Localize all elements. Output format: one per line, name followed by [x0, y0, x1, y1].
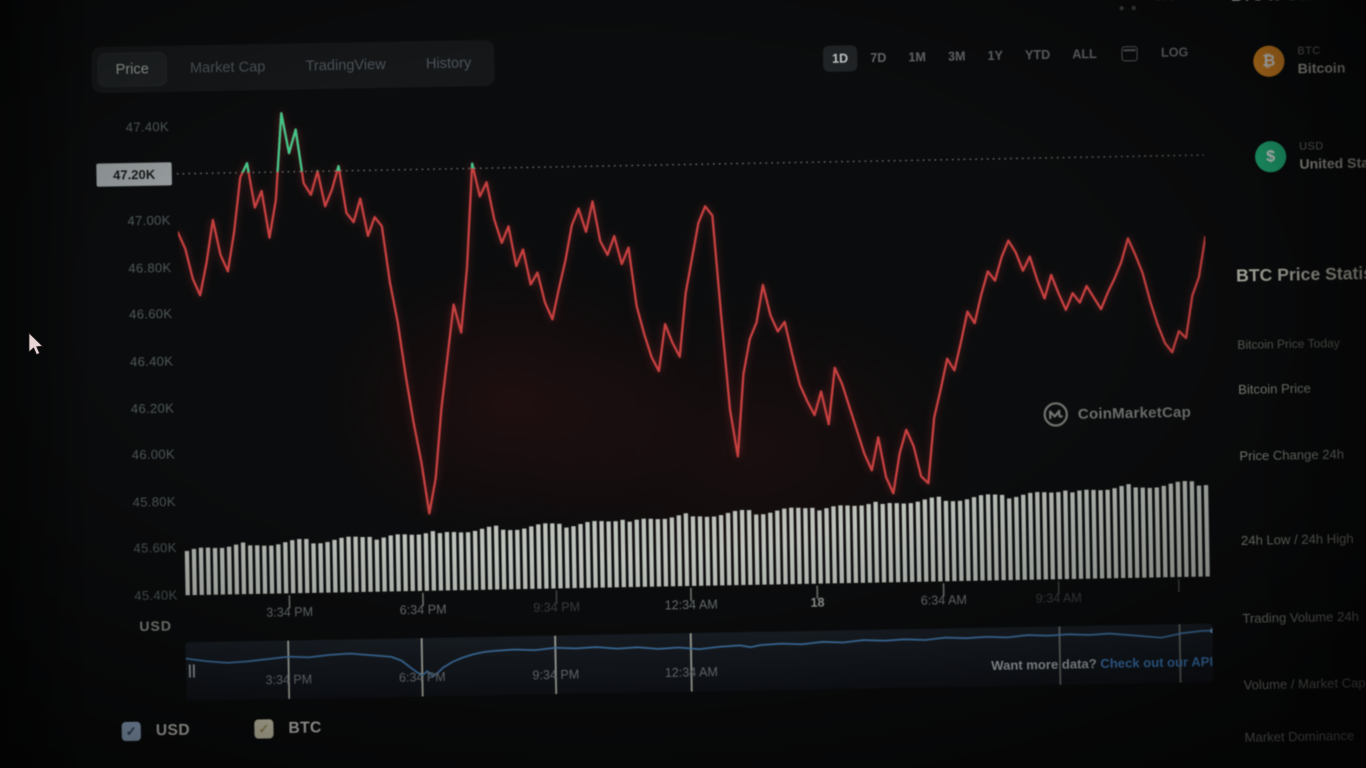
converter-name: Bitcoin — [1298, 59, 1346, 76]
converter-title: BTC to USD Converter — [1231, 0, 1366, 6]
apps-grid-icon[interactable] — [1119, 0, 1136, 11]
x-tick-label: 18 — [810, 596, 824, 610]
y-tick-label: 45.60K — [100, 540, 177, 559]
y-tick-label: 45.40K — [101, 586, 178, 605]
current-price-badge: 47.20K — [96, 162, 172, 186]
converter-symbol: USD — [1299, 138, 1366, 153]
range-1m[interactable]: 1M — [899, 44, 935, 71]
watermark-text: CoinMarketCap — [1078, 403, 1191, 422]
range-1y[interactable]: 1Y — [978, 42, 1012, 69]
price-chart-svg[interactable] — [176, 89, 1212, 610]
bitcoin-icon: ₿ — [1253, 45, 1285, 77]
tab-market-cap[interactable]: Market Cap — [173, 51, 283, 85]
right-sidebar: BTC to USD Converter ₿ BTC Bitcoin $ USD… — [1220, 0, 1366, 760]
range-ytd[interactable]: YTD — [1016, 41, 1060, 68]
stat-row-trading-volume-24h: Trading Volume 24h — [1242, 609, 1359, 626]
range-3m[interactable]: 3M — [939, 43, 975, 70]
x-tick-label: 9:34 AM — [1036, 591, 1082, 606]
checkbox-btc[interactable]: ✓ — [254, 719, 273, 738]
y-axis-unit-toggle[interactable]: USD — [100, 618, 173, 635]
usd-icon: $ — [1255, 141, 1287, 173]
x-tick-label: 3:34 PM — [266, 605, 313, 620]
x-tick-label: 6:34 AM — [921, 593, 967, 608]
navigator-tick-label: 6:34 PM — [399, 670, 446, 685]
x-tick-label: 12:34 AM — [665, 598, 718, 613]
converter-row-usd[interactable]: $ USD United States Dollar — [1255, 138, 1366, 172]
log-scale-toggle[interactable]: LOG — [1152, 39, 1198, 66]
coinmarketcap-logo-icon — [1042, 401, 1069, 428]
navigator-tick-label: 12:34 AM — [665, 665, 718, 680]
navigator-tick-label: 3:34 PM — [265, 672, 312, 687]
legend-label: BTC — [288, 719, 322, 738]
stat-row-bitcoin-price: Bitcoin Price — [1238, 381, 1311, 397]
y-tick-label: 46.00K — [98, 446, 175, 465]
range-1d[interactable]: 1D — [823, 45, 858, 72]
navigator-tick-label: 9:34 PM — [532, 667, 579, 682]
range-all[interactable]: ALL — [1063, 41, 1106, 68]
legend-toggle-btc[interactable]: ✓ BTC — [254, 718, 322, 738]
screen-photo: PriceMarket CapTradingViewHistory ••• 1D… — [0, 0, 1366, 768]
tab-tradingview[interactable]: TradingView — [288, 48, 403, 82]
stat-row-market-dominance: Market Dominance — [1244, 728, 1354, 745]
y-tick-label: 47.40K — [92, 118, 169, 137]
coinmarketcap-watermark: CoinMarketCap — [1042, 399, 1191, 428]
y-tick-label: 46.80K — [95, 259, 172, 278]
range-7d[interactable]: 7D — [861, 44, 896, 71]
converter-row-btc[interactable]: ₿ BTC Bitcoin — [1253, 44, 1345, 77]
calendar-icon[interactable] — [1122, 46, 1138, 61]
y-tick-label: 45.80K — [99, 493, 176, 512]
y-tick-label: 47.00K — [94, 212, 171, 231]
tab-price[interactable]: Price — [97, 52, 167, 87]
more-options-icon[interactable]: ••• — [1156, 0, 1177, 8]
y-tick-label: 46.20K — [98, 399, 175, 418]
x-tick-label: 9:34 PM — [533, 600, 580, 615]
converter-name: United States Dollar — [1299, 153, 1366, 172]
chart-type-tabs: PriceMarket CapTradingViewHistory — [91, 40, 495, 94]
converter-symbol: BTC — [1297, 44, 1345, 57]
api-promo-text: Want more data? — [991, 656, 1097, 673]
checkbox-usd[interactable]: ✓ — [122, 722, 141, 741]
api-link[interactable]: Check out our API — [1100, 654, 1213, 671]
x-tick-label: 6:34 PM — [400, 603, 447, 618]
series-legend: ✓ USD ✓ BTC — [122, 718, 322, 741]
stat-row-volume-market-cap: Volume / Market Cap — [1244, 675, 1366, 692]
legend-label: USD — [156, 721, 190, 740]
legend-toggle-usd[interactable]: ✓ USD — [122, 721, 191, 741]
stats-subtitle: Bitcoin Price Today — [1237, 336, 1340, 352]
y-tick-label: 46.60K — [96, 305, 173, 324]
time-range-controls: 1D7D1M3M1YYTDALL LOG — [823, 39, 1198, 72]
stats-title: BTC Price Statistics — [1236, 262, 1366, 286]
stat-row-24h-low-24h-high: 24h Low / 24h High — [1241, 531, 1354, 548]
tab-history[interactable]: History — [409, 47, 489, 81]
stat-row-price-change-24h: Price Change 24h — [1239, 446, 1344, 463]
coinmarketcap-page: PriceMarket CapTradingViewHistory ••• 1D… — [0, 0, 1366, 768]
y-tick-label: 46.40K — [97, 352, 174, 371]
